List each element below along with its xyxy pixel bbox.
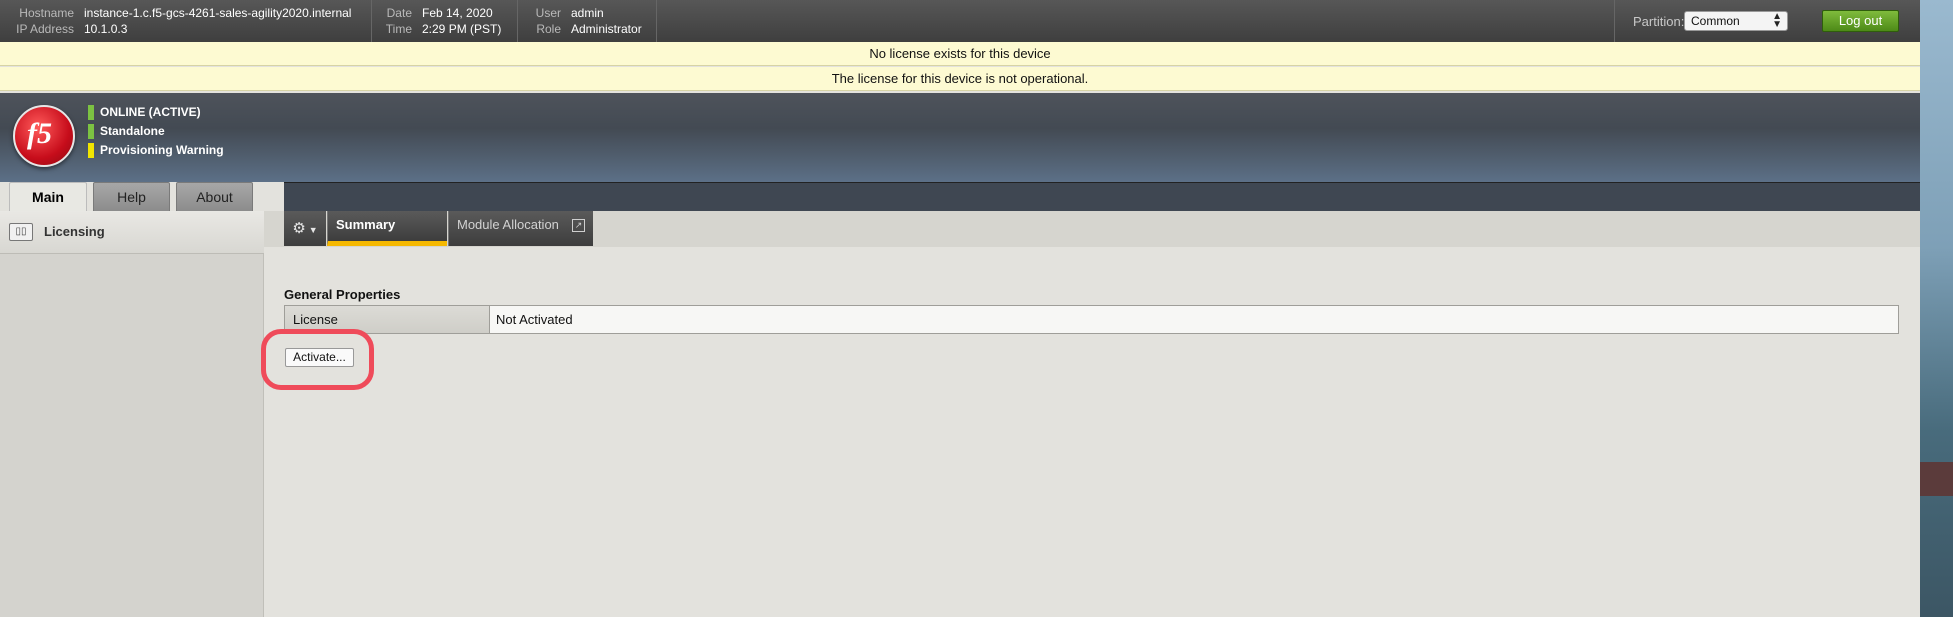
external-link-icon: ↗ (572, 219, 585, 232)
divider (517, 0, 518, 44)
role-label: Role (536, 22, 561, 36)
tab-module-allocation[interactable]: Module Allocation ↗ (448, 211, 593, 246)
time-value: 2:29 PM (PST) (422, 22, 502, 36)
datetime-info: Date Feb 14, 2020 Time 2:29 PM (PST) (380, 5, 502, 37)
role-value: Administrator (571, 22, 642, 36)
divider (371, 0, 372, 44)
ip-value: 10.1.0.3 (84, 22, 128, 36)
user-value: admin (571, 6, 604, 20)
desktop-image-detail (1920, 462, 1953, 496)
partition-label: Partition: (1633, 14, 1685, 29)
tab-about[interactable]: About (176, 182, 253, 211)
f5-logo[interactable]: f5 (13, 105, 75, 167)
status-indicator-icon (88, 143, 94, 158)
sidebar: ▯▯ Licensing (0, 211, 264, 617)
host-info: Hostname instance-1.c.f5-gcs-4261-sales-a… (12, 5, 351, 37)
license-warning: No license exists for this device (0, 42, 1920, 66)
user-label: User (535, 6, 561, 20)
date-label: Date (386, 6, 412, 20)
sidebar-item-licensing[interactable]: ▯▯ Licensing (0, 211, 264, 254)
status-label: Provisioning Warning (100, 143, 224, 157)
hostname-label: Hostname (19, 6, 74, 20)
partition-select[interactable]: Common ▲ ▼ (1684, 11, 1788, 31)
desktop-background (1920, 0, 1953, 617)
tab-main[interactable]: Main (9, 182, 87, 211)
properties-table: License Not Activated (284, 305, 1899, 334)
partition-value: Common (1691, 14, 1740, 28)
gear-menu-button[interactable]: ⚙ ▼ (284, 211, 326, 246)
time-label: Time (385, 22, 412, 36)
ip-label: IP Address (16, 22, 74, 36)
status-provisioning[interactable]: Provisioning Warning (88, 142, 224, 159)
select-arrows-icon: ▲ ▼ (1772, 11, 1782, 30)
chevron-down-icon: ▼ (308, 225, 318, 235)
property-value: Not Activated (496, 312, 573, 327)
gear-icon: ⚙ (292, 220, 306, 237)
status-online[interactable]: ONLINE (ACTIVE) (88, 104, 201, 121)
logo-text: f5 (27, 117, 52, 150)
divider (656, 0, 657, 44)
status-label: ONLINE (ACTIVE) (100, 105, 201, 119)
divider (1614, 0, 1615, 44)
breadcrumb-bar (284, 182, 1920, 211)
status-standalone[interactable]: Standalone (88, 123, 165, 140)
status-indicator-icon (88, 124, 94, 139)
hostname-value: instance-1.c.f5-gcs-4261-sales-agility20… (84, 6, 352, 20)
tab-label: Module Allocation (457, 217, 559, 232)
license-icon: ▯▯ (9, 223, 33, 241)
section-title: General Properties (284, 287, 401, 302)
status-label: Standalone (100, 124, 165, 138)
highlight-annotation (261, 329, 374, 390)
status-indicator-icon (88, 105, 94, 120)
top-header: Hostname instance-1.c.f5-gcs-4261-sales-a… (0, 0, 1920, 44)
license-warning: The license for this device is not opera… (0, 67, 1920, 91)
date-value: Feb 14, 2020 (422, 6, 493, 20)
logout-button[interactable]: Log out (1822, 10, 1899, 32)
sidebar-item-label: Licensing (44, 224, 105, 239)
banner: f5 ONLINE (ACTIVE) Standalone Provisioni… (0, 93, 1920, 182)
tab-help[interactable]: Help (93, 182, 170, 211)
user-info: User admin Role Administrator (530, 5, 642, 37)
tab-summary[interactable]: Summary (327, 211, 447, 246)
